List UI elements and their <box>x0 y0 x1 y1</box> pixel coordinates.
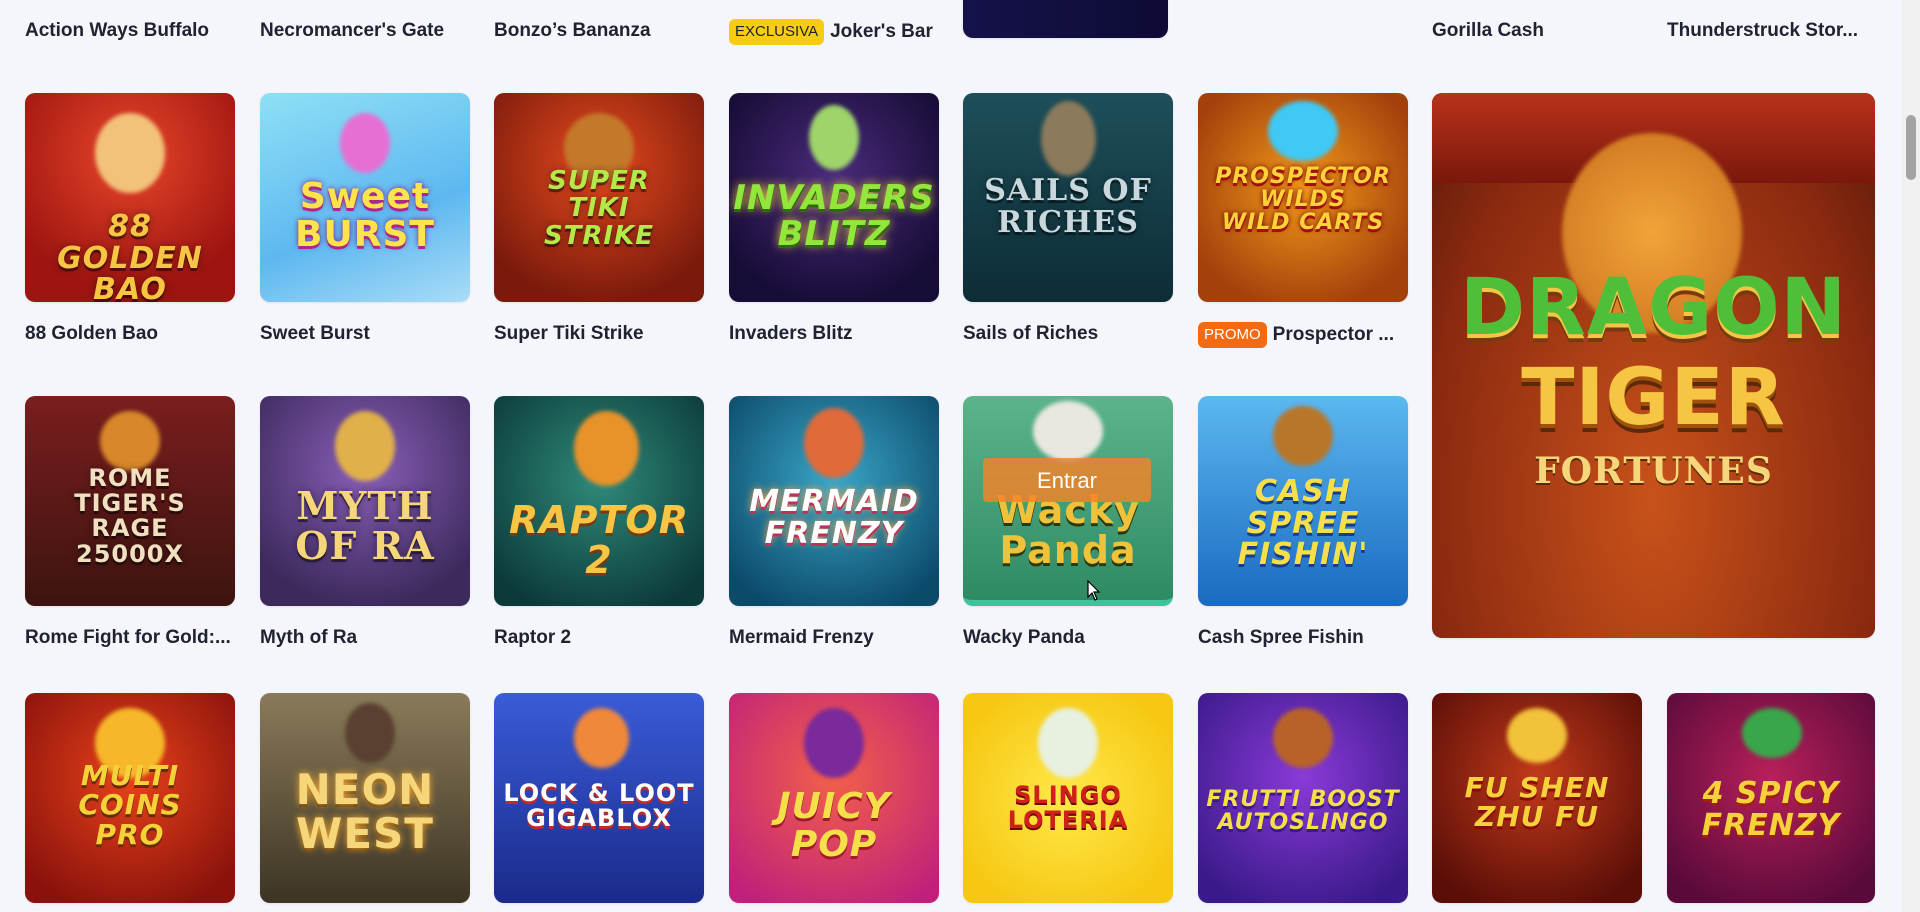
game-title-88-golden-bao[interactable]: 88 Golden Bao <box>25 322 235 346</box>
tiger-shape <box>100 411 160 471</box>
game-title-bonzos-bananza[interactable]: Bonzo’s Bananza <box>494 19 704 43</box>
game-title-myth-of-ra[interactable]: Myth of Ra <box>260 626 470 650</box>
game-title-thunderstruck[interactable]: Thunderstruck Stor... <box>1667 19 1875 43</box>
promo-badge: PROMO <box>1198 322 1267 348</box>
game-tile-88-golden-bao[interactable]: 88 GOLDEN BAO <box>25 93 235 302</box>
game-logo-text: NEON WEST <box>295 765 435 859</box>
game-title-mermaid-frenzy[interactable]: Mermaid Frenzy <box>729 626 939 650</box>
featured-logo-line2: TIGER <box>1521 353 1786 443</box>
mouse-pointer-icon <box>1087 580 1101 601</box>
dinosaur-shape <box>574 411 639 486</box>
game-title-invaders-blitz[interactable]: Invaders Blitz <box>729 322 939 346</box>
game-tile-fu-shen-zhu-fu[interactable]: FU SHEN ZHU FU <box>1432 693 1642 903</box>
game-logo-text: FU SHEN ZHU FU <box>1464 771 1610 834</box>
chili-shape <box>1742 708 1802 758</box>
game-logo-text: PROSPECTOR WILDS WILD CARTS <box>1215 164 1391 236</box>
game-logo-text: FRUTTI BOOST AUTOSLINGO <box>1206 787 1400 836</box>
panda-shape <box>1033 401 1103 461</box>
game-tile-myth-of-ra[interactable]: MYTH OF RA <box>260 396 470 606</box>
game-tile-partial-top[interactable] <box>963 0 1168 38</box>
exclusive-badge: EXCLUSIVA <box>729 19 825 45</box>
game-tile-lock-and-loot[interactable]: LOCK & LOOT GIGABLOX <box>494 693 704 903</box>
entrar-button[interactable]: Entrar <box>983 458 1151 502</box>
game-title-raptor-2[interactable]: Raptor 2 <box>494 626 704 650</box>
game-tile-wacky-panda[interactable]: Wacky Panda Entrar <box>963 396 1173 606</box>
pharaoh-shape <box>335 411 395 481</box>
game-title-sweet-burst[interactable]: Sweet Burst <box>260 322 470 346</box>
card-shape <box>1038 708 1098 778</box>
game-title-necromancers-gate[interactable]: Necromancer's Gate <box>260 19 470 43</box>
game-tile-4-spicy-frenzy[interactable]: 4 SPICY FRENZY <box>1667 693 1875 903</box>
game-logo-text: INVADERS BLITZ <box>733 178 935 254</box>
game-tile-multi-coins-pro[interactable]: MULTI COINS PRO <box>25 693 235 903</box>
game-title-action-ways-buffalo[interactable]: Action Ways Buffalo <box>25 19 235 43</box>
alien-shape <box>809 105 859 170</box>
hero-shape <box>574 708 629 768</box>
game-logo-text: CASH SPREE FISHIN' <box>1237 474 1369 572</box>
game-logo-text: MULTI COINS PRO <box>78 759 182 851</box>
game-tile-slingo-loteria[interactable]: SLINGO LOTERIA <box>963 693 1173 903</box>
game-tile-sails-of-riches[interactable]: SAILS of RICHES <box>963 93 1173 302</box>
game-tile-raptor-2[interactable]: RAPTOR 2 <box>494 396 704 606</box>
mermaid-shape <box>804 408 864 478</box>
game-title-rome-fight-for-gold[interactable]: Rome Fight for Gold:... <box>25 626 235 650</box>
game-logo-text: MYTH OF RA <box>295 483 435 568</box>
game-logo-text: LOCK & LOOT GIGABLOX <box>503 779 695 833</box>
toad-shape <box>1507 708 1567 763</box>
game-tile-cash-spree-fishin[interactable]: CASH SPREE FISHIN' <box>1198 396 1408 606</box>
game-tile-dragon-tiger-fortunes[interactable]: DRAGON TIGER FORTUNES <box>1432 93 1875 638</box>
diamond-shape <box>1268 101 1338 161</box>
game-title-wacky-panda[interactable]: Wacky Panda <box>963 626 1173 650</box>
game-tile-juicy-pop[interactable]: JUICY POP <box>729 693 939 903</box>
game-grid-page: Action Ways Buffalo Necromancer's Gate B… <box>0 0 1920 912</box>
grapes-shape <box>804 708 864 778</box>
game-logo-text: MERMAID FRENZY <box>749 484 919 551</box>
game-tile-sweet-burst[interactable]: Sweet BURST <box>260 93 470 302</box>
game-tile-rome-fight-for-gold[interactable]: ROME TIGER'S RAGE 25000X <box>25 396 235 606</box>
game-logo-text: SUPER TIKI STRIKE <box>543 166 655 251</box>
game-tile-prospector-wilds[interactable]: PROSPECTOR WILDS WILD CARTS <box>1198 93 1408 302</box>
game-title-sails-of-riches[interactable]: Sails of Riches <box>963 322 1173 346</box>
game-tile-frutti-boost[interactable]: FRUTTI BOOST AUTOSLINGO <box>1198 693 1408 903</box>
game-tile-super-tiki-strike[interactable]: SUPER TIKI STRIKE <box>494 93 704 302</box>
game-logo-text: ROME TIGER'S RAGE 25000X <box>74 464 186 568</box>
captain-shape <box>1041 101 1096 176</box>
rocket-shape <box>340 113 390 173</box>
game-tile-invaders-blitz[interactable]: INVADERS BLITZ <box>729 93 939 302</box>
featured-logo-line3: FORTUNES <box>1534 450 1773 492</box>
game-title-cash-spree-fishin[interactable]: Cash Spree Fishin <box>1198 626 1408 650</box>
game-title-text: Prospector ... <box>1272 324 1395 345</box>
character-shape <box>95 113 165 193</box>
coconut-shape <box>1273 708 1333 768</box>
game-title-prospector[interactable]: PROMO Prospector ... <box>1198 322 1413 348</box>
game-logo-text: RAPTOR 2 <box>508 498 689 582</box>
bear-shape <box>1273 406 1333 466</box>
scrollbar-thumb[interactable] <box>1906 115 1916 180</box>
game-logo-text: JUICY POP <box>777 786 891 865</box>
game-logo-text: SLINGO LOTERIA <box>1007 781 1129 835</box>
game-logo-text: Sweet BURST <box>295 176 435 255</box>
game-title-text: Joker's Bar <box>830 21 933 42</box>
game-title-super-tiki-strike[interactable]: Super Tiki Strike <box>494 322 704 346</box>
game-logo-text: SAILS of RICHES <box>984 173 1152 240</box>
game-tile-mermaid-frenzy[interactable]: MERMAID FRENZY <box>729 396 939 606</box>
game-title-jokers-bar[interactable]: EXCLUSIVA Joker's Bar <box>729 19 949 45</box>
featured-logo-line1: DRAGON <box>1460 263 1847 353</box>
game-logo-text: 4 SPICY FRENZY <box>1701 776 1841 843</box>
cowboy-shape <box>345 703 395 763</box>
game-logo-text: 88 GOLDEN BAO <box>57 209 203 302</box>
game-tile-neon-west[interactable]: NEON WEST <box>260 693 470 903</box>
game-title-gorilla-cash[interactable]: Gorilla Cash <box>1432 19 1642 43</box>
